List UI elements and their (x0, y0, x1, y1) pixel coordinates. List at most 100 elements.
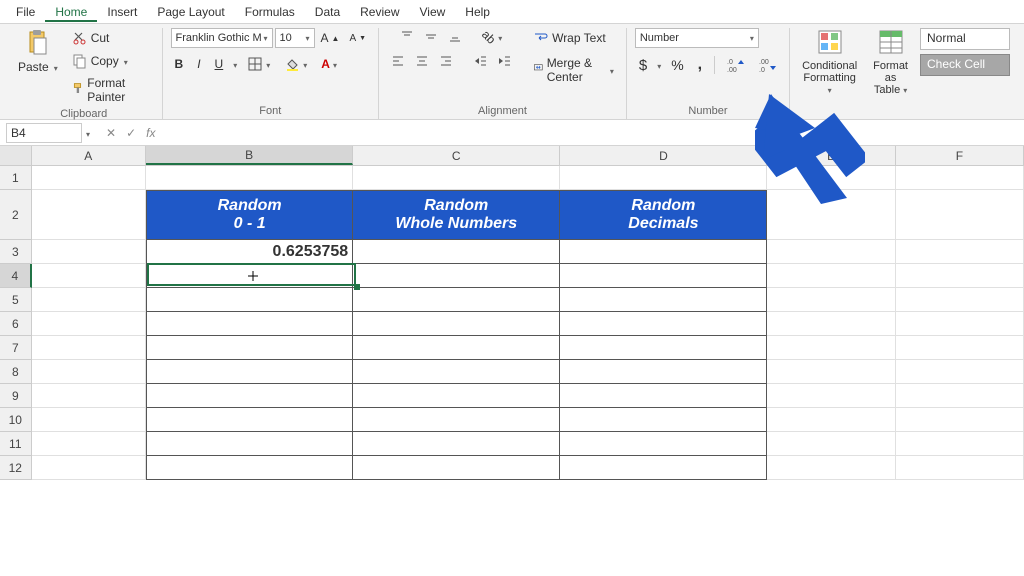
cell-A8[interactable] (32, 360, 146, 384)
cut-button[interactable]: Cut (68, 28, 114, 48)
align-left-button[interactable] (387, 52, 409, 70)
italic-button[interactable]: I (193, 55, 204, 73)
row-header-5[interactable]: 5 (0, 288, 32, 312)
cell-D6[interactable] (560, 312, 767, 336)
percent-button[interactable]: % (667, 55, 687, 75)
col-header-C[interactable]: C (353, 146, 560, 165)
select-all-corner[interactable] (0, 146, 32, 165)
row-header-2[interactable]: 2 (0, 190, 32, 240)
wrap-text-button[interactable]: Wrap Text (529, 28, 610, 48)
orientation-button[interactable]: ab (478, 28, 506, 46)
cell-E4[interactable] (767, 264, 895, 288)
fx-icon[interactable]: fx (146, 126, 155, 140)
cell-F1[interactable] (896, 166, 1024, 190)
col-header-E[interactable]: E (767, 146, 895, 165)
number-format-combo[interactable]: Number (635, 28, 759, 48)
cell-B3[interactable]: 0.6253758 (146, 240, 353, 264)
cell-D12[interactable] (560, 456, 767, 480)
formula-input[interactable] (167, 123, 1024, 143)
bold-button[interactable]: B (171, 55, 188, 73)
merge-center-button[interactable]: Merge & Center (529, 54, 618, 86)
cell-A9[interactable] (32, 384, 146, 408)
cell-D7[interactable] (560, 336, 767, 360)
increase-indent-button[interactable] (493, 52, 515, 70)
cell-D11[interactable] (560, 432, 767, 456)
cell-F5[interactable] (896, 288, 1024, 312)
paste-button[interactable]: Paste (14, 58, 62, 76)
col-header-B[interactable]: B (146, 146, 353, 165)
cell-style-check-cell[interactable]: Check Cell (920, 54, 1010, 76)
cell-E7[interactable] (767, 336, 895, 360)
increase-decimal-button[interactable]: .0.00 (723, 55, 749, 75)
cell-D1[interactable] (560, 166, 767, 190)
cell-E1[interactable] (767, 166, 895, 190)
row-header-11[interactable]: 11 (0, 432, 32, 456)
decrease-indent-button[interactable] (469, 52, 491, 70)
cell-D8[interactable] (560, 360, 767, 384)
cell-F11[interactable] (896, 432, 1024, 456)
name-box[interactable]: B4 (6, 123, 82, 143)
cell-D9[interactable] (560, 384, 767, 408)
currency-button[interactable]: $ (635, 55, 651, 76)
font-name-combo[interactable]: Franklin Gothic M (171, 28, 273, 48)
cell-D4[interactable] (560, 264, 767, 288)
row-header-9[interactable]: 9 (0, 384, 32, 408)
cell-E2[interactable] (767, 190, 895, 240)
comma-style-button[interactable]: , (694, 54, 706, 76)
cell-F7[interactable] (896, 336, 1024, 360)
col-header-D[interactable]: D (560, 146, 767, 165)
conditional-formatting-icon[interactable] (816, 28, 844, 56)
cell-C12[interactable] (353, 456, 560, 480)
cell-C9[interactable] (353, 384, 560, 408)
menu-view[interactable]: View (410, 2, 456, 22)
cell-D2[interactable]: RandomDecimals (560, 190, 767, 240)
cell-B10[interactable] (146, 408, 353, 432)
cell-B11[interactable] (146, 432, 353, 456)
cell-C11[interactable] (353, 432, 560, 456)
cell-A1[interactable] (32, 166, 146, 190)
cell-B9[interactable] (146, 384, 353, 408)
cell-F4[interactable] (896, 264, 1024, 288)
cell-E3[interactable] (767, 240, 895, 264)
row-header-8[interactable]: 8 (0, 360, 32, 384)
cell-E9[interactable] (767, 384, 895, 408)
cell-C5[interactable] (353, 288, 560, 312)
cell-C3[interactable] (353, 240, 560, 264)
menu-review[interactable]: Review (350, 2, 409, 22)
cell-F3[interactable] (896, 240, 1024, 264)
font-size-combo[interactable]: 10 (275, 28, 315, 48)
cell-B8[interactable] (146, 360, 353, 384)
cell-C4[interactable] (353, 264, 560, 288)
cell-B7[interactable] (146, 336, 353, 360)
cell-C8[interactable] (353, 360, 560, 384)
increase-font-button[interactable]: A▲ (317, 29, 344, 47)
cell-A12[interactable] (32, 456, 146, 480)
align-middle-button[interactable] (420, 28, 442, 46)
cell-A7[interactable] (32, 336, 146, 360)
cell-D3[interactable] (560, 240, 767, 264)
cell-B12[interactable] (146, 456, 353, 480)
cell-C6[interactable] (353, 312, 560, 336)
cell-E5[interactable] (767, 288, 895, 312)
cell-F2[interactable] (896, 190, 1024, 240)
decrease-decimal-button[interactable]: .00.0 (755, 55, 781, 75)
cell-B2[interactable]: Random0 - 1 (146, 190, 353, 240)
cell-E10[interactable] (767, 408, 895, 432)
menu-help[interactable]: Help (455, 2, 500, 22)
cell-B6[interactable] (146, 312, 353, 336)
decrease-font-button[interactable]: A▼ (345, 31, 370, 46)
underline-button[interactable]: U (211, 55, 228, 73)
menu-file[interactable]: File (6, 2, 45, 22)
cell-C2[interactable]: RandomWhole Numbers (353, 190, 560, 240)
cell-E11[interactable] (767, 432, 895, 456)
borders-button[interactable] (243, 54, 274, 74)
cell-E6[interactable] (767, 312, 895, 336)
name-box-dropdown[interactable] (82, 126, 94, 140)
cell-B1[interactable] (146, 166, 353, 190)
menu-insert[interactable]: Insert (97, 2, 147, 22)
cell-A4[interactable] (32, 264, 146, 288)
cell-F6[interactable] (896, 312, 1024, 336)
fill-color-button[interactable] (280, 54, 311, 74)
row-header-10[interactable]: 10 (0, 408, 32, 432)
cell-D5[interactable] (560, 288, 767, 312)
